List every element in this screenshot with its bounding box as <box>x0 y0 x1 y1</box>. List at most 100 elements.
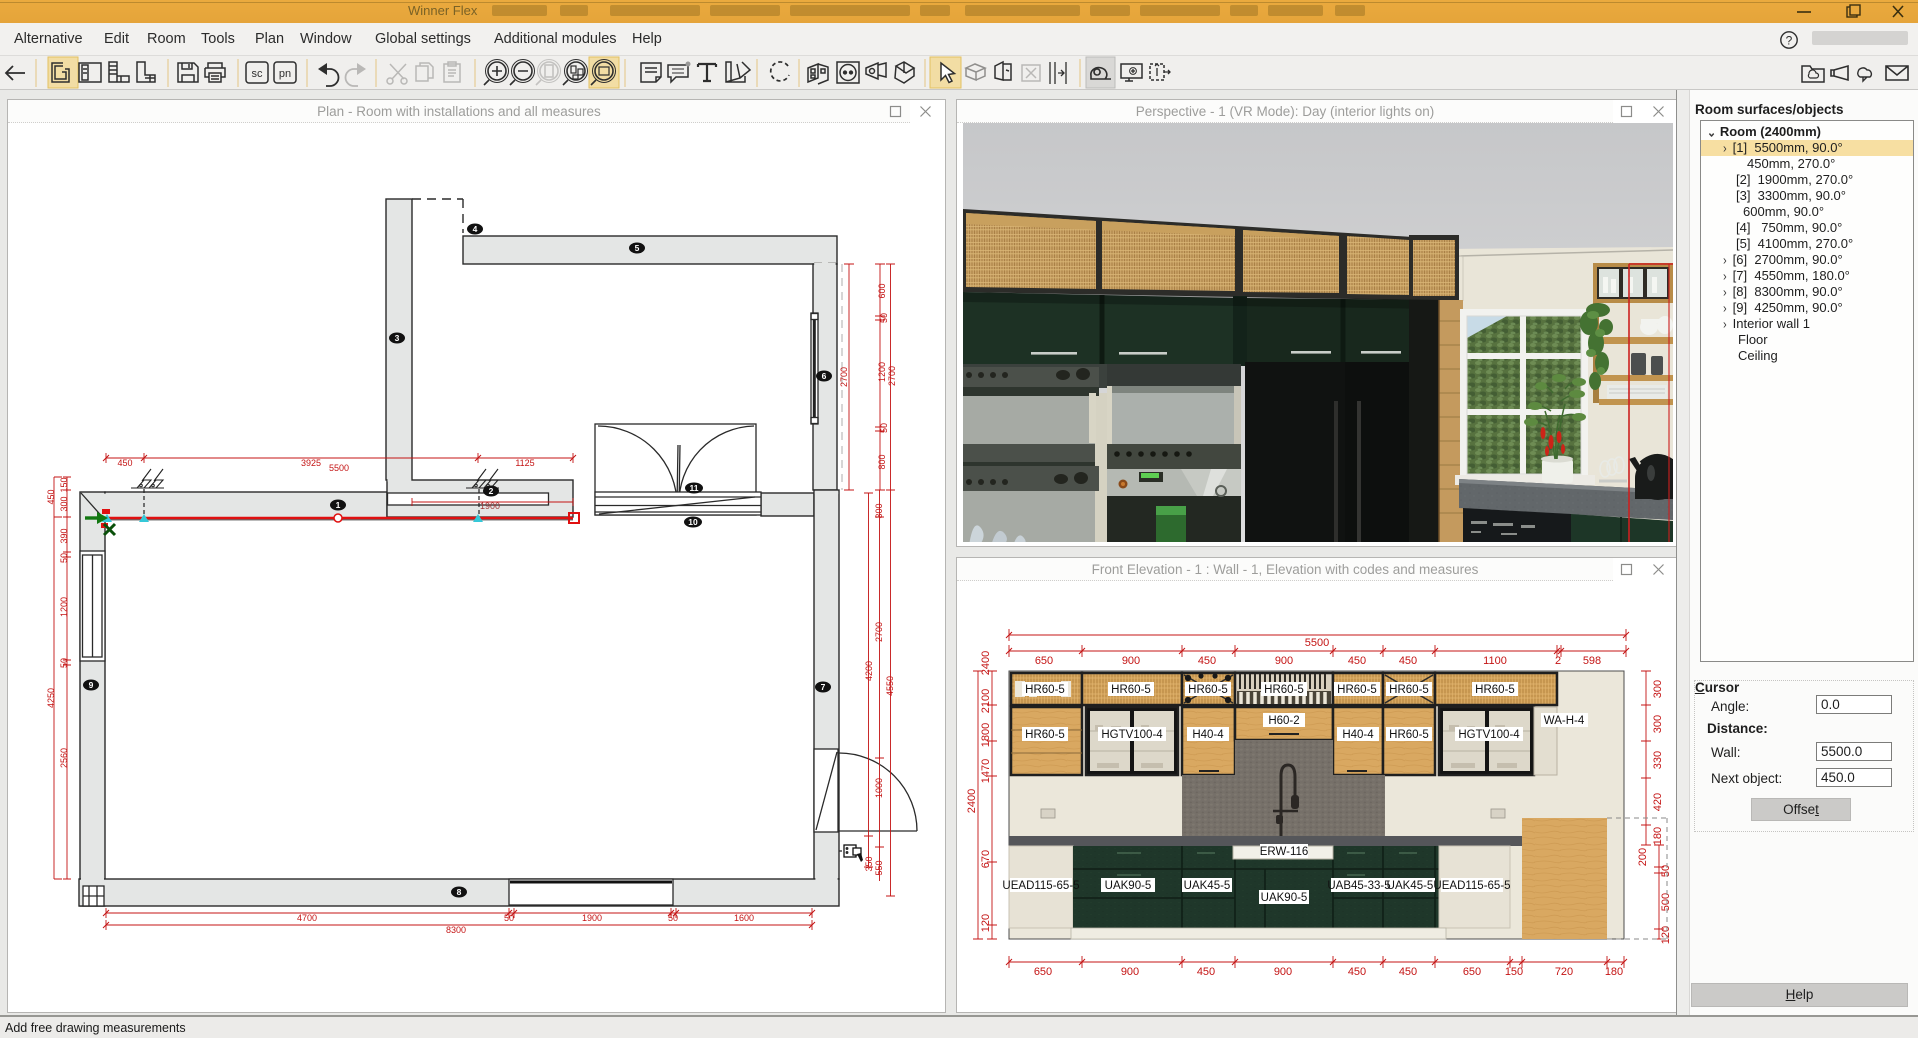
svg-text:900: 900 <box>1275 655 1293 667</box>
svg-text:650: 650 <box>1035 655 1053 667</box>
svg-text:550: 550 <box>874 860 884 875</box>
svg-text:1600: 1600 <box>734 913 754 923</box>
svg-text:3: 3 <box>395 333 400 343</box>
svg-text:390: 390 <box>59 528 69 543</box>
svg-text:50: 50 <box>59 658 69 668</box>
svg-text:150: 150 <box>59 477 69 492</box>
svg-text:720: 720 <box>1555 966 1573 978</box>
svg-text:50: 50 <box>879 423 889 433</box>
svg-text:5500: 5500 <box>329 463 349 473</box>
svg-text:6: 6 <box>822 371 827 381</box>
svg-text:300: 300 <box>59 496 69 511</box>
svg-text:2100: 2100 <box>980 689 992 713</box>
svg-text:900: 900 <box>1274 966 1292 978</box>
svg-text:2400: 2400 <box>980 651 992 675</box>
svg-text:1100: 1100 <box>1483 655 1507 667</box>
svg-text:UAK90-5: UAK90-5 <box>1261 892 1308 904</box>
svg-text:11: 11 <box>690 483 699 493</box>
svg-text:WA-H-4: WA-H-4 <box>1544 715 1585 727</box>
svg-text:500: 500 <box>1660 893 1672 911</box>
svg-text:150: 150 <box>1505 966 1523 978</box>
svg-text:8: 8 <box>457 887 462 897</box>
svg-text:3925: 3925 <box>301 458 321 468</box>
svg-text:HR60-5: HR60-5 <box>1389 729 1429 741</box>
svg-text:H60-2: H60-2 <box>1268 715 1299 727</box>
svg-text:UAK45-5: UAK45-5 <box>1387 880 1434 892</box>
svg-text:2700: 2700 <box>887 366 897 386</box>
svg-text:7: 7 <box>821 682 826 692</box>
svg-text:50: 50 <box>879 313 889 323</box>
svg-text:1200: 1200 <box>59 597 69 617</box>
svg-text:9: 9 <box>89 680 94 690</box>
svg-text:1000: 1000 <box>874 778 884 798</box>
svg-text:50: 50 <box>1660 865 1672 877</box>
svg-text:H40-4: H40-4 <box>1192 729 1224 741</box>
svg-text:pn: pn <box>279 68 291 80</box>
svg-text:900: 900 <box>1121 966 1139 978</box>
svg-text:UAB45-33-5: UAB45-33-5 <box>1327 880 1390 892</box>
svg-text:2700: 2700 <box>839 367 849 387</box>
svg-text:1125: 1125 <box>515 458 534 468</box>
svg-text:1800: 1800 <box>980 723 992 747</box>
svg-text:UAK45-5: UAK45-5 <box>1184 880 1231 892</box>
svg-text:sc: sc <box>252 68 264 80</box>
svg-text:ERW-116: ERW-116 <box>1260 846 1309 858</box>
svg-text:HR60-5: HR60-5 <box>1475 684 1515 696</box>
svg-text:HR60-5: HR60-5 <box>1389 684 1429 696</box>
svg-text:4200: 4200 <box>864 661 874 681</box>
svg-text:2: 2 <box>489 486 494 496</box>
svg-text:450: 450 <box>1399 655 1417 667</box>
svg-text:2560: 2560 <box>59 748 69 768</box>
svg-text:180: 180 <box>1652 827 1664 845</box>
svg-text:450: 450 <box>117 458 132 468</box>
svg-text:450: 450 <box>1198 655 1216 667</box>
svg-text:300: 300 <box>1652 715 1664 733</box>
svg-text:450: 450 <box>1348 655 1366 667</box>
svg-text:4550: 4550 <box>885 676 895 696</box>
svg-text:HR60-5: HR60-5 <box>1264 684 1304 696</box>
svg-text:10: 10 <box>688 517 698 527</box>
svg-text:650: 650 <box>1463 966 1481 978</box>
svg-text:5: 5 <box>635 243 640 253</box>
svg-text:UAK90-5: UAK90-5 <box>1105 880 1152 892</box>
svg-text:300: 300 <box>874 503 884 518</box>
svg-text:120: 120 <box>980 914 992 932</box>
svg-text:420: 420 <box>1652 793 1664 811</box>
svg-text:8300: 8300 <box>446 925 466 935</box>
svg-text:300: 300 <box>1652 680 1664 698</box>
svg-text:HR60-5: HR60-5 <box>1111 684 1151 696</box>
svg-text:200: 200 <box>1637 848 1649 866</box>
svg-text:650: 650 <box>1034 966 1052 978</box>
svg-text:1: 1 <box>336 500 341 510</box>
svg-text:HR60-5: HR60-5 <box>1337 684 1377 696</box>
svg-text:HGTV100-4: HGTV100-4 <box>1101 729 1163 741</box>
svg-text:HGTV100-4: HGTV100-4 <box>1458 729 1520 741</box>
svg-text:UEAD115-65-5: UEAD115-65-5 <box>1002 880 1079 892</box>
svg-text:4700: 4700 <box>297 913 317 923</box>
svg-text:HR60-5: HR60-5 <box>1025 729 1065 741</box>
svg-text:1900: 1900 <box>480 501 500 511</box>
svg-text:900: 900 <box>1122 655 1140 667</box>
svg-text:2400: 2400 <box>966 789 978 813</box>
svg-text:H40-4: H40-4 <box>1342 729 1374 741</box>
svg-text:1200: 1200 <box>877 362 887 382</box>
svg-text:450: 450 <box>1348 966 1366 978</box>
svg-text:?: ? <box>1786 34 1793 48</box>
svg-text:670: 670 <box>980 850 992 868</box>
svg-text:450: 450 <box>46 489 56 504</box>
svg-text:800: 800 <box>877 454 887 469</box>
svg-text:450: 450 <box>1197 966 1215 978</box>
svg-text:180: 180 <box>1605 966 1623 978</box>
svg-text:600: 600 <box>877 283 887 298</box>
svg-text:120: 120 <box>1660 926 1672 944</box>
svg-text:4: 4 <box>473 224 478 234</box>
svg-text:50: 50 <box>59 553 69 563</box>
svg-text:2700: 2700 <box>874 622 884 642</box>
svg-text:1900: 1900 <box>582 913 602 923</box>
svg-text:4250: 4250 <box>46 688 56 708</box>
svg-text:1470: 1470 <box>980 759 992 783</box>
svg-text:HR60-5: HR60-5 <box>1025 684 1065 696</box>
svg-text:598: 598 <box>1583 655 1601 667</box>
svg-text:330: 330 <box>1652 751 1664 769</box>
svg-text:5500: 5500 <box>1305 637 1329 649</box>
